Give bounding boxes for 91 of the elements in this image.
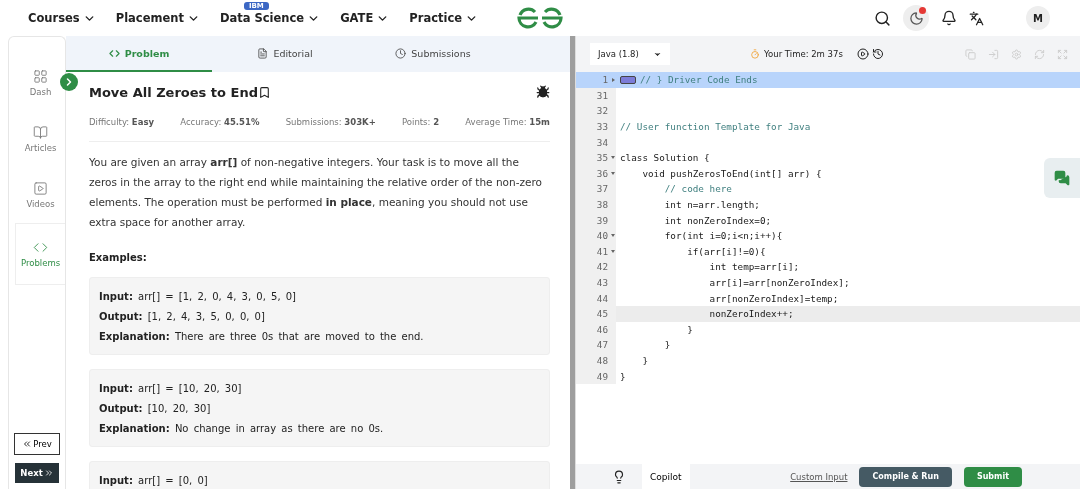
- code-line: for(int i=0;i<n;i++){: [663, 230, 783, 242]
- code-comment: // } Driver Code Ends: [640, 74, 758, 86]
- line-number: 34: [576, 134, 616, 150]
- problem-stat: Points: 2: [402, 117, 440, 127]
- line-number: 32: [576, 103, 616, 119]
- example-line: Explanation: There are three 0s that are moved to the end.: [99, 330, 425, 344]
- example-line: Input: arr[] = [0, 0]: [99, 474, 209, 488]
- sidebar-item[interactable]: Videos: [15, 167, 65, 223]
- chat-button[interactable]: [1044, 158, 1080, 198]
- example-line: Output: [10, 20, 30]: [99, 402, 212, 416]
- compile-run-button[interactable]: Compile & Run: [859, 466, 952, 487]
- code-line: if(arr[i]!=0){: [686, 245, 766, 257]
- sidebar-item[interactable]: Problems: [15, 223, 65, 285]
- logo: [516, 6, 564, 30]
- translate-icon[interactable]: [969, 10, 984, 26]
- timer: Your Time: 2m 37s: [750, 49, 843, 59]
- double-chevron-right-icon: [43, 468, 54, 478]
- language-select[interactable]: Java (1.8): [590, 43, 670, 65]
- moon-icon: [908, 10, 924, 26]
- example-line: Output: [1, 2, 4, 3, 5, 0, 0, 0]: [99, 310, 266, 324]
- bell-icon[interactable]: [941, 10, 957, 26]
- bug-icon[interactable]: [536, 85, 550, 99]
- timer-icon: [750, 49, 760, 59]
- code-line: class Solution {: [620, 152, 710, 164]
- fold-arrow-icon[interactable]: [611, 249, 615, 253]
- code-line: int nonZeroIndex=0;: [663, 214, 772, 226]
- fold-arrow-icon[interactable]: [611, 233, 615, 237]
- problem-stat: Accuracy: 45.51%: [180, 117, 260, 127]
- code-line: }: [663, 339, 671, 351]
- sidebar-item[interactable]: Articles: [15, 111, 65, 167]
- nav-menu[interactable]: Placement: [115, 11, 200, 25]
- chat-icon: [1054, 170, 1070, 186]
- problem-stat: Difficulty: Easy: [89, 117, 154, 127]
- bookmark-icon[interactable]: [257, 85, 271, 99]
- line-number: 49: [576, 368, 616, 384]
- problem-description: You are given an array arr[] of non-negative integers. Your task is to move all the zeros in the array to the right end while maintaining the relative order of the non-zero elements. The operation must be performed in place, meaning you should not use extra space for another array.: [89, 155, 543, 230]
- code-icon: [108, 47, 120, 59]
- play-icon: [33, 181, 48, 196]
- line-number: 42: [576, 259, 616, 275]
- problem-stat: Submissions: 303K+: [285, 117, 376, 127]
- folded-code-marker[interactable]: [620, 75, 636, 84]
- problem-stat: Average Time: 15m: [465, 117, 550, 127]
- code-line: arr[nonZeroIndex]=temp;: [708, 292, 839, 304]
- document-icon: [257, 47, 269, 59]
- grid-icon: [33, 69, 48, 84]
- dark-mode-button[interactable]: [903, 5, 929, 31]
- problem-title: Move All Zeroes to End: [89, 84, 258, 100]
- example-line: Input: arr[] = [10, 20, 30]: [99, 382, 243, 396]
- fold-arrow-icon[interactable]: [611, 155, 615, 159]
- double-chevron-left-icon: [22, 439, 33, 449]
- sidebar-item[interactable]: Dash: [15, 55, 65, 111]
- code-line: }: [686, 323, 693, 335]
- clock-icon: [395, 47, 407, 59]
- prev-button[interactable]: Prev: [14, 433, 60, 455]
- nav-menu[interactable]: Courses: [28, 11, 96, 25]
- reset-timer-icon[interactable]: [871, 48, 884, 60]
- code-comment: // code here: [663, 183, 732, 195]
- example-line: Explanation: No change in array as there are no 0s.: [99, 422, 385, 436]
- code-line: arr[i]=arr[nonZeroIndex];: [708, 277, 850, 288]
- expand-button[interactable]: [60, 73, 78, 91]
- next-button[interactable]: Next: [15, 463, 59, 483]
- code-line: int n=arr.length;: [663, 199, 760, 211]
- line-number: 47: [576, 337, 616, 353]
- user-avatar[interactable]: M: [1026, 6, 1050, 30]
- examples-heading: Examples:: [89, 252, 148, 263]
- fold-arrow-icon[interactable]: [611, 171, 615, 175]
- tab[interactable]: Editorial: [212, 36, 358, 72]
- code-comment: // User function Template for Java: [620, 121, 811, 133]
- submit-button[interactable]: Submit: [963, 466, 1022, 487]
- code-line: nonZeroIndex++;: [708, 308, 794, 320]
- scrollbar[interactable]: [570, 36, 575, 489]
- tab[interactable]: Problem: [66, 36, 212, 72]
- line-number: 39: [576, 212, 616, 228]
- code-line: }: [641, 355, 648, 366]
- nav-menu[interactable]: Practice: [409, 11, 479, 25]
- book-icon: [33, 125, 48, 140]
- copilot-button[interactable]: Copilot: [642, 464, 690, 489]
- nav-menu[interactable]: GATE: [340, 11, 390, 25]
- code-line: void pushZerosToEnd(int[] arr) {: [641, 167, 822, 179]
- code-icon: [33, 240, 48, 255]
- fold-arrow-icon[interactable]: [612, 78, 615, 82]
- line-number: 44: [576, 290, 616, 306]
- custom-input-link[interactable]: Custom Input: [790, 471, 848, 482]
- code-line: }: [620, 370, 626, 382]
- tab[interactable]: Submissions: [358, 36, 508, 72]
- code-line: int temp=arr[i];: [708, 261, 800, 273]
- search-icon[interactable]: [874, 9, 891, 27]
- example-line: Input: arr[] = [1, 2, 0, 4, 3, 0, 5, 0]: [99, 290, 297, 304]
- play-icon[interactable]: [856, 48, 869, 60]
- lightbulb-icon[interactable]: [612, 469, 626, 484]
- line-number: 37: [576, 181, 616, 197]
